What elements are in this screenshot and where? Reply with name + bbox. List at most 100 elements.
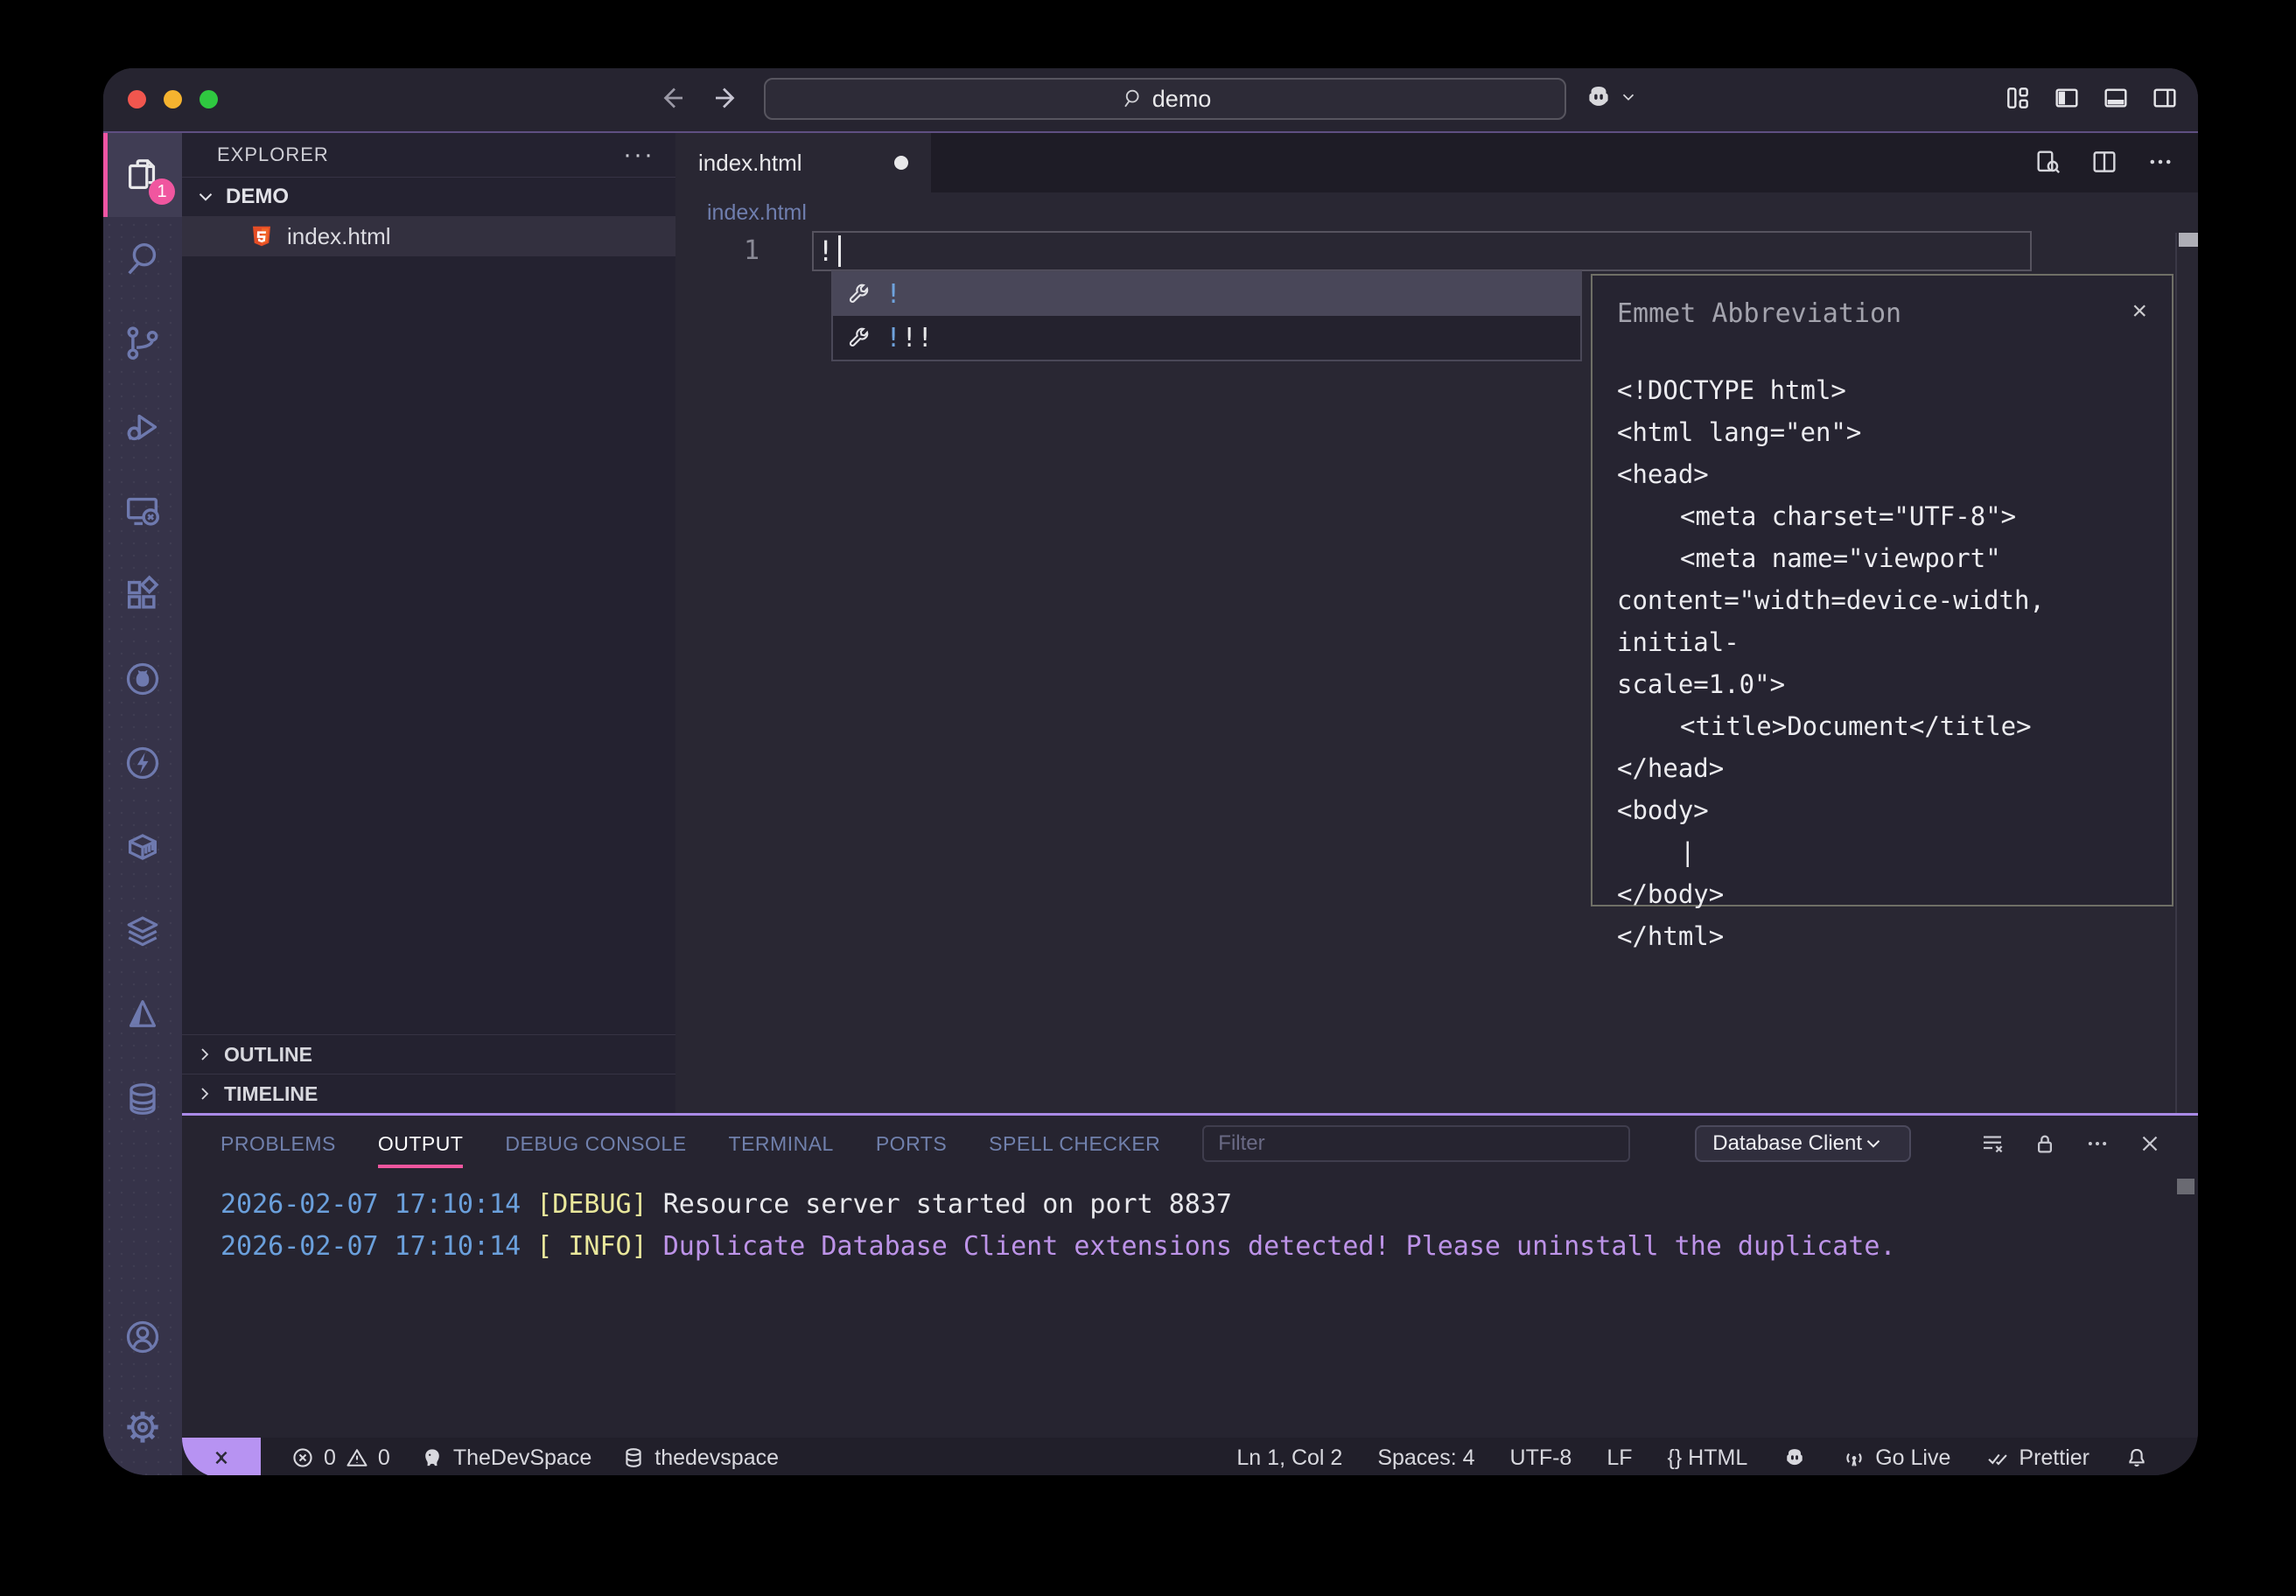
breadcrumb[interactable]: index.html: [676, 192, 2198, 233]
sidebar-explorer: EXPLORER ··· DEMO index.html: [182, 133, 676, 1113]
explorer-more-actions[interactable]: ···: [623, 140, 654, 170]
close-window-button[interactable]: [128, 90, 146, 108]
customize-layout-icon[interactable]: [2004, 84, 2032, 112]
suggest-item-1[interactable]: !!!: [833, 316, 1580, 360]
suggest-text: !: [886, 279, 901, 310]
outline-label: OUTLINE: [224, 1043, 312, 1067]
tab-bar: index.html: [676, 133, 2198, 192]
folder-name: DEMO: [226, 185, 289, 209]
copilot-status-icon[interactable]: [1782, 1446, 1807, 1470]
close-icon[interactable]: ×: [2132, 298, 2147, 325]
titlebar: demo: [103, 68, 2198, 133]
chevron-down-icon: [194, 186, 217, 208]
activitybar-remote-explorer[interactable]: [103, 469, 182, 553]
eol-sequence[interactable]: LF: [1606, 1446, 1632, 1471]
output-channel-select[interactable]: Database Client: [1695, 1125, 1911, 1162]
activitybar-thunder-client[interactable]: [103, 721, 182, 805]
tab-index-html[interactable]: index.html: [676, 133, 931, 192]
html5-icon: [248, 223, 275, 249]
activitybar-github[interactable]: [103, 637, 182, 721]
split-editor-icon[interactable]: [2090, 147, 2119, 177]
forward-icon[interactable]: [710, 82, 742, 114]
outline-section[interactable]: OUTLINE: [182, 1034, 676, 1074]
copilot-icon: [1584, 82, 1614, 112]
activitybar-account[interactable]: [103, 1295, 182, 1379]
maximize-window-button[interactable]: [200, 90, 218, 108]
back-icon[interactable]: [656, 82, 688, 114]
activitybar-search[interactable]: [103, 217, 182, 301]
problems-status[interactable]: 0 0: [290, 1446, 390, 1471]
current-line-highlight: [812, 231, 2032, 271]
search-value: demo: [1152, 86, 1212, 113]
indentation[interactable]: Spaces: 4: [1377, 1446, 1474, 1471]
more-actions-icon[interactable]: [2146, 147, 2175, 177]
activitybar-containers[interactable]: [103, 805, 182, 889]
editor-scrollbar-thumb[interactable]: [2179, 233, 2198, 247]
folder-row-demo[interactable]: DEMO: [182, 178, 676, 216]
activitybar-run-debug[interactable]: [103, 385, 182, 469]
explorer-badge: 1: [149, 178, 175, 205]
open-preview-icon[interactable]: [2034, 147, 2063, 177]
activitybar-layers[interactable]: [103, 889, 182, 973]
toggle-primary-sidebar-icon[interactable]: [2053, 84, 2081, 112]
timeline-section[interactable]: TIMELINE: [182, 1074, 676, 1113]
gear-icon: [122, 1407, 163, 1447]
broadcast-icon: [1842, 1446, 1866, 1470]
text-cursor: [838, 235, 841, 267]
remote-explorer-icon: [122, 491, 163, 531]
minimize-window-button[interactable]: [164, 90, 182, 108]
activitybar-extensions[interactable]: [103, 553, 182, 637]
database-icon: [621, 1446, 646, 1470]
activitybar-settings[interactable]: [103, 1379, 182, 1475]
screen: demo: [0, 0, 2296, 1596]
remote-indicator[interactable]: [182, 1438, 261, 1475]
more-actions-icon[interactable]: [2084, 1130, 2110, 1157]
chevron-right-icon: [194, 1083, 215, 1104]
suggest-text: !: [886, 323, 901, 354]
prism-icon: [122, 995, 163, 1035]
panel-tab-ports[interactable]: PORTS: [876, 1132, 947, 1156]
panel-tab-output[interactable]: OUTPUT: [378, 1132, 464, 1156]
activitybar-source-control[interactable]: [103, 301, 182, 385]
lock-icon[interactable]: [2032, 1130, 2058, 1157]
activitybar-explorer[interactable]: 1: [103, 133, 182, 217]
panel-tab-terminal[interactable]: TERMINAL: [729, 1132, 834, 1156]
github-icon: [122, 659, 163, 699]
breadcrumb-item[interactable]: index.html: [707, 200, 807, 226]
database-icon: [122, 1079, 163, 1119]
activitybar-database[interactable]: [103, 1057, 182, 1141]
close-panel-icon[interactable]: [2137, 1130, 2163, 1157]
go-live-button[interactable]: Go Live: [1842, 1446, 1950, 1471]
bottom-panel: PROBLEMS OUTPUT DEBUG CONSOLE TERMINAL P…: [182, 1113, 2198, 1438]
panel-scrollbar-thumb[interactable]: [2177, 1179, 2194, 1194]
file-row-index-html[interactable]: index.html: [182, 216, 676, 256]
toggle-panel-icon[interactable]: [2102, 84, 2130, 112]
prettier-status[interactable]: Prettier: [1985, 1446, 2090, 1471]
code-editor[interactable]: 1 ! !: [676, 233, 2198, 1113]
cursor-position[interactable]: Ln 1, Col 2: [1236, 1446, 1342, 1471]
language-mode[interactable]: {} HTML: [1668, 1446, 1748, 1471]
timeline-label: TIMELINE: [224, 1082, 318, 1106]
log-line: 2026-02-07 17:10:14 [ INFO] Duplicate Da…: [220, 1226, 2198, 1268]
database-connection[interactable]: thedevspace: [621, 1446, 779, 1471]
chevron-right-icon: [194, 1044, 215, 1065]
encoding[interactable]: UTF-8: [1510, 1446, 1572, 1471]
postgres-connection[interactable]: TheDevSpace: [420, 1446, 592, 1471]
output-filter-input[interactable]: [1202, 1125, 1630, 1162]
panel-tab-problems[interactable]: PROBLEMS: [220, 1132, 336, 1156]
workbench: 1: [103, 133, 2198, 1475]
activitybar-prisma[interactable]: [103, 973, 182, 1057]
line-number: 1: [676, 233, 760, 270]
panel-tab-spell-checker[interactable]: SPELL CHECKER: [989, 1132, 1160, 1156]
suggest-item-0[interactable]: !: [833, 272, 1580, 316]
account-icon: [122, 1317, 163, 1357]
search-icon: [1119, 87, 1144, 111]
command-center-search[interactable]: demo: [764, 78, 1566, 120]
output-log[interactable]: 2026-02-07 17:10:14 [DEBUG] Resource ser…: [182, 1172, 2198, 1438]
panel-tab-debug-console[interactable]: DEBUG CONSOLE: [505, 1132, 686, 1156]
copilot-menu[interactable]: [1584, 82, 1638, 112]
toggle-secondary-sidebar-icon[interactable]: [2151, 84, 2179, 112]
notifications-bell-icon[interactable]: [2124, 1446, 2149, 1470]
explorer-title: EXPLORER: [217, 144, 329, 166]
clear-output-icon[interactable]: [1979, 1130, 2006, 1157]
